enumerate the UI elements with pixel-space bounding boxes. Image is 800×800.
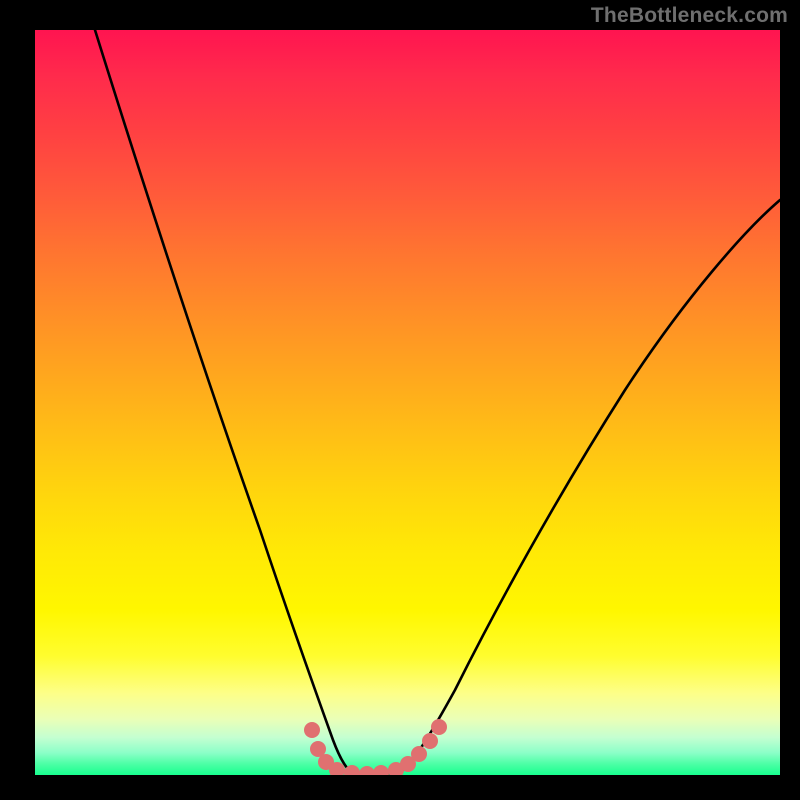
dots-group — [304, 719, 447, 775]
dot — [422, 733, 438, 749]
dot — [411, 746, 427, 762]
dot — [373, 765, 389, 775]
right-branch-curve — [403, 200, 780, 770]
dot — [431, 719, 447, 735]
dot — [304, 722, 320, 738]
dot — [359, 766, 375, 775]
chart-stage: TheBottleneck.com — [0, 0, 800, 800]
left-branch-curve — [95, 30, 349, 770]
curve-layer — [35, 30, 780, 775]
watermark-text: TheBottleneck.com — [591, 4, 788, 28]
